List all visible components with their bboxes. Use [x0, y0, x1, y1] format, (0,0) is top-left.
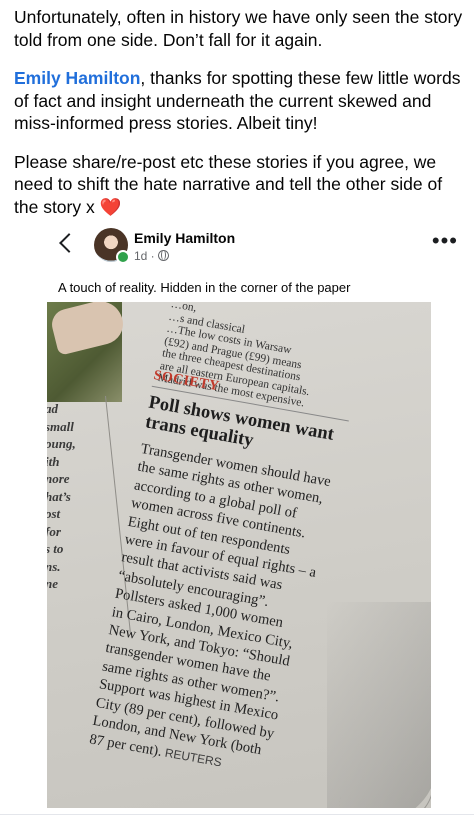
divider [0, 814, 474, 815]
left-column-line: for [47, 523, 61, 539]
post-paragraph-3: Please share/re-post etc these stories i… [14, 151, 466, 219]
author-name[interactable]: Emily Hamilton [134, 230, 235, 246]
shared-post-caption: A touch of reality. Hidden in the corner… [58, 280, 351, 295]
online-status-dot [116, 250, 130, 264]
left-column-line: hat’s [47, 488, 71, 504]
chevron-left-icon[interactable] [59, 233, 79, 253]
globe-icon [157, 250, 169, 261]
newspaper-article: SOCIETY Poll shows women want trans equa… [88, 368, 362, 785]
left-column-line: s to [47, 541, 64, 556]
left-column-line: ith [47, 453, 60, 469]
post-time: 1d · [134, 249, 155, 263]
left-column-line: ns. [47, 558, 61, 574]
article-body: Transgender women should have the same ri… [88, 440, 349, 785]
more-options-icon[interactable]: ••• [432, 230, 458, 252]
newspaper-left-column: ad small oung, ith nore hat’s ost for s to ns. ne [47, 400, 87, 593]
post-paragraph-2: Emily Hamilton, thanks for spotting thes… [14, 67, 466, 135]
left-column-line: ne [47, 576, 58, 591]
left-column-line: ad small [47, 401, 74, 434]
mention-link[interactable]: Emily Hamilton [14, 68, 140, 88]
shared-post-header: Emily Hamilton 1d · ••• [58, 224, 457, 268]
post-paragraph-3-text: Please share/re-post etc these stories i… [14, 151, 443, 217]
left-column-line: ost [47, 506, 61, 521]
post-text: Unfortunately, often in history we have … [14, 6, 466, 234]
post-paragraph-1: Unfortunately, often in history we have … [14, 7, 463, 50]
newspaper-photo[interactable]: …on, …s and classical …The low costs in Wa… [47, 302, 431, 808]
post-meta: 1d · [134, 249, 169, 263]
heart-emoji: ❤️ [99, 196, 122, 217]
left-column-line: nore [47, 471, 70, 486]
avatar[interactable] [94, 228, 130, 264]
left-column-line: oung, [47, 436, 76, 451]
